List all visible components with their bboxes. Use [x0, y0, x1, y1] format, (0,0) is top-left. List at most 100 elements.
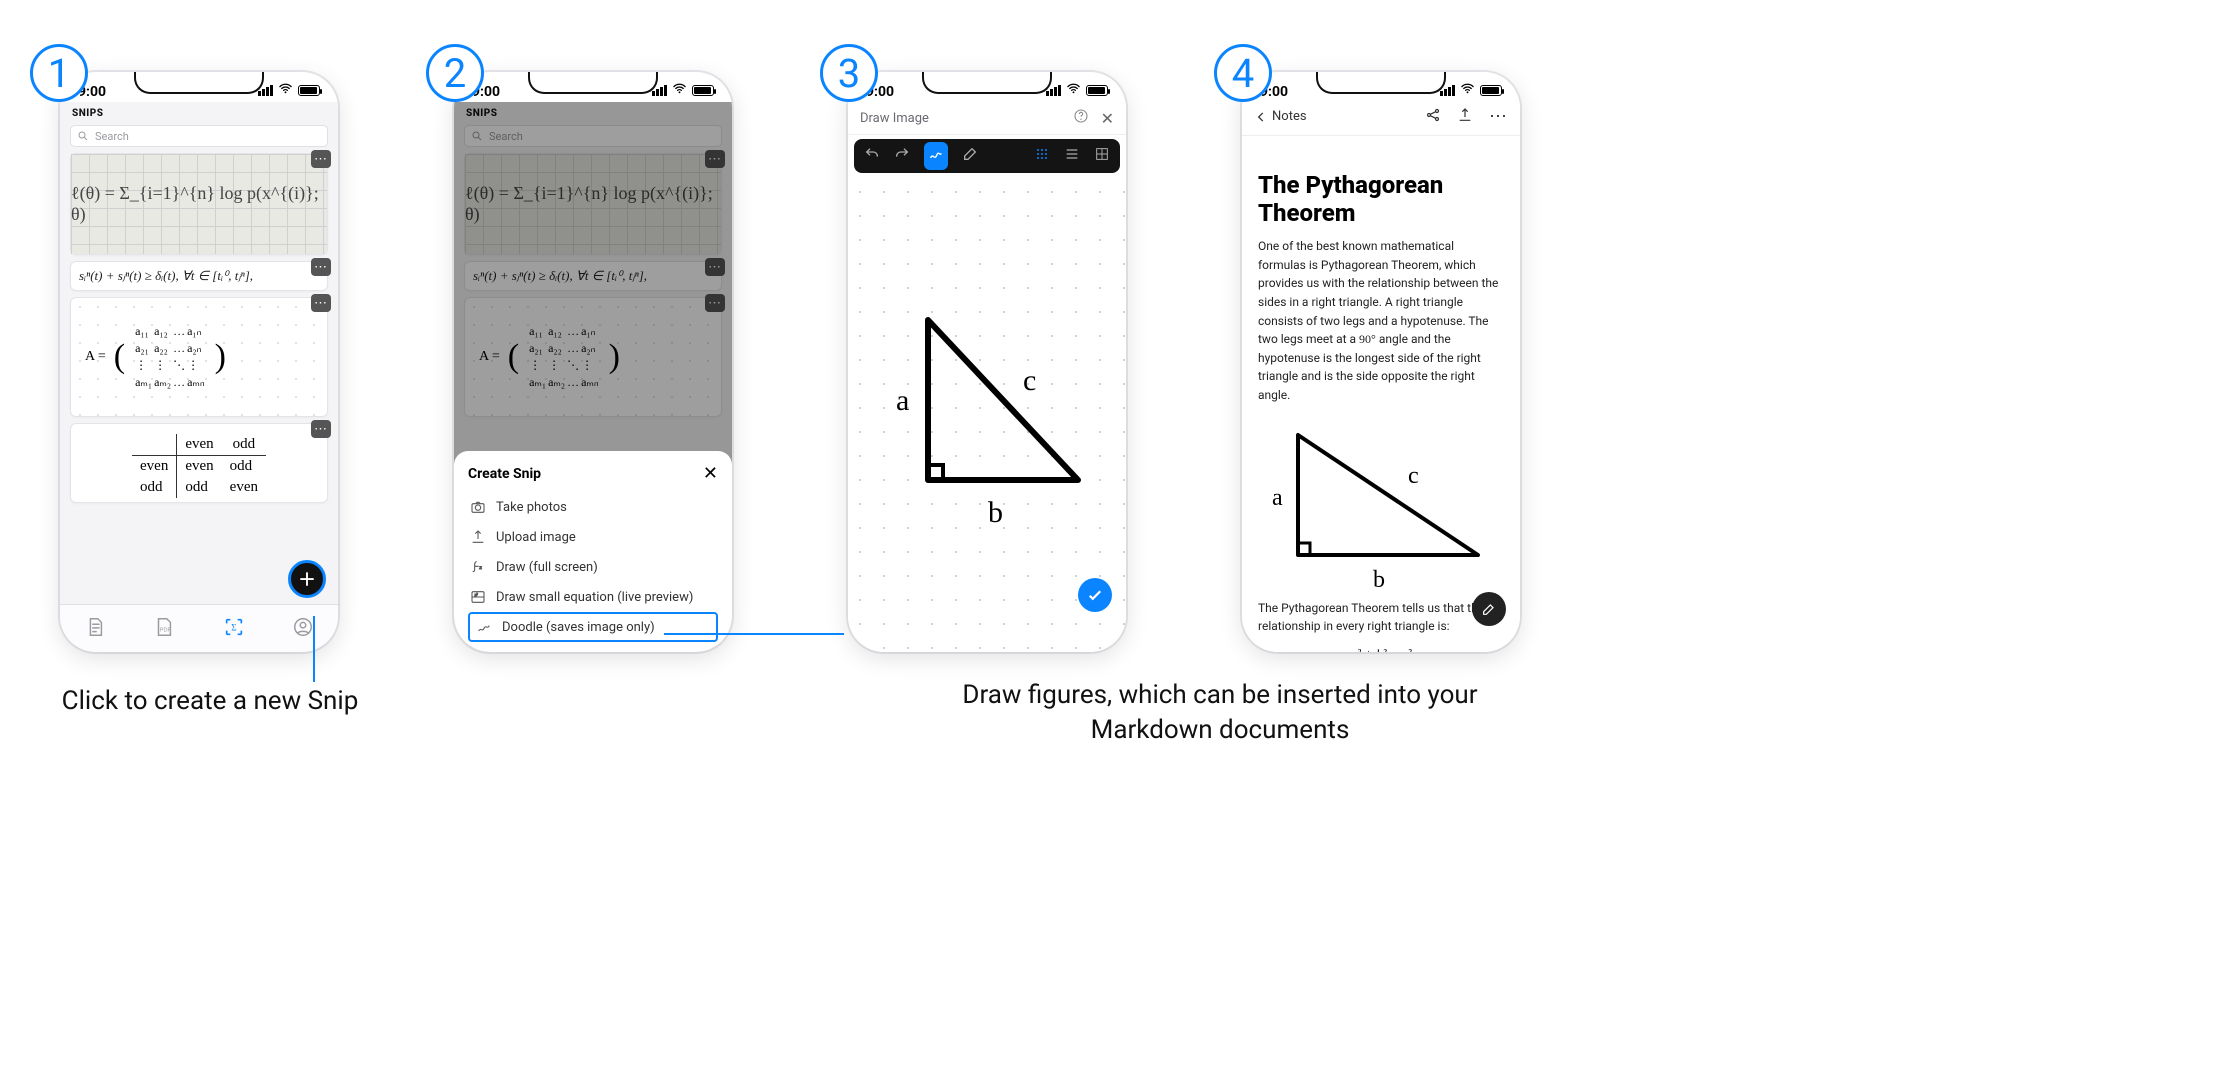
svg-text:x²: x² — [474, 592, 479, 597]
snip-menu-icon[interactable]: ⋯ — [311, 420, 331, 438]
option-take-photos[interactable]: Take photos — [468, 492, 718, 522]
option-upload-image[interactable]: Upload image — [468, 522, 718, 552]
wifi-icon — [1066, 81, 1081, 100]
eraser-icon — [962, 146, 978, 162]
doc-paragraph-2: The Pythagorean Theorem tells us that th… — [1258, 599, 1504, 636]
edit-doc-button[interactable] — [1472, 592, 1506, 626]
phone-3: 9:00 Draw Image ✕ — [848, 72, 1126, 652]
create-snip-fab[interactable] — [288, 560, 326, 598]
pen-icon — [928, 146, 944, 162]
pen-tool-button[interactable] — [924, 142, 948, 170]
sheet-title: Create Snip — [468, 466, 541, 482]
share-icon — [1425, 107, 1441, 123]
battery-icon — [692, 85, 714, 96]
check-icon — [1086, 586, 1104, 604]
doc-paragraph-1: One of the best known mathematical formu… — [1258, 237, 1504, 404]
option-draw-fullscreen[interactable]: x Draw (full screen) — [468, 552, 718, 582]
pdf-icon: PDF — [153, 616, 175, 638]
tab-snips[interactable]: Σ — [223, 616, 245, 642]
notch — [1316, 72, 1446, 94]
app-title: SNIPS — [60, 102, 338, 123]
search-icon — [77, 130, 89, 142]
phone-4: 9:00 Notes ⋯ The Pythagorean Theorem One… — [1242, 72, 1520, 652]
svg-text:a: a — [1272, 485, 1283, 511]
step-badge-4: 4 — [1214, 44, 1272, 102]
chevron-left-icon — [1254, 110, 1268, 124]
draw-title: Draw Image — [860, 111, 929, 126]
phone-2: 9:00 SNIPS Search ⋯ ℓ(θ) = Σ_{i=1}^{n} l… — [454, 72, 732, 652]
battery-icon — [1480, 85, 1502, 96]
svg-text:b: b — [988, 496, 1003, 529]
snip-menu-icon[interactable]: ⋯ — [311, 294, 331, 312]
wifi-icon — [672, 81, 687, 100]
upload-icon — [1457, 107, 1473, 123]
grid-icon — [1094, 146, 1110, 162]
connector-line-2-3 — [664, 633, 844, 635]
snip-menu-icon[interactable]: ⋯ — [311, 258, 331, 276]
snip-card-1[interactable]: ⋯ ℓ(θ) = Σ_{i=1}^{n} log p(x^{(i)}; θ) — [70, 153, 328, 255]
svg-text:x: x — [478, 565, 482, 571]
notch — [922, 72, 1052, 94]
grid-squares-button[interactable] — [1094, 146, 1110, 166]
function-icon: x — [470, 559, 486, 575]
doc-triangle-figure: a b c — [1258, 415, 1504, 595]
edit-icon — [1481, 601, 1497, 617]
svg-text:c: c — [1408, 463, 1419, 489]
undo-button[interactable] — [864, 146, 880, 166]
option-doodle[interactable]: Doodle (saves image only) — [468, 612, 718, 642]
upload-icon — [470, 529, 486, 545]
sheet-close-button[interactable]: ✕ — [703, 463, 718, 484]
option-draw-small-equation[interactable]: x² Draw small equation (live preview) — [468, 582, 718, 612]
step-badge-2: 2 — [426, 44, 484, 102]
grid-lines-button[interactable] — [1064, 146, 1080, 166]
help-icon — [1073, 108, 1089, 124]
svg-text:Σ: Σ — [231, 622, 236, 632]
svg-text:a: a — [896, 384, 909, 417]
create-snip-sheet: Create Snip ✕ Take photos Upload image x… — [454, 451, 732, 652]
more-button[interactable]: ⋯ — [1489, 106, 1508, 127]
svg-text:PDF: PDF — [160, 627, 172, 633]
profile-icon — [292, 616, 314, 638]
svg-text:c: c — [1023, 364, 1036, 397]
help-button[interactable] — [1073, 108, 1089, 128]
eraser-tool-button[interactable] — [962, 146, 978, 166]
back-button[interactable]: Notes — [1254, 109, 1307, 124]
confirm-drawing-button[interactable] — [1078, 578, 1112, 612]
snip-card-2[interactable]: ⋯ sᵢⁿ(t) + sⱼⁿ(t) ≥ δᵢ(t), ∀t ∈ [tᵢ⁰, tⱼ… — [70, 261, 328, 291]
caption-step-34: Draw figures, which can be inserted into… — [930, 678, 1510, 748]
snip-menu-icon[interactable]: ⋯ — [311, 150, 331, 168]
matrix-prefix: A = — [85, 349, 106, 365]
wifi-icon — [278, 81, 293, 100]
tab-docs[interactable] — [84, 616, 106, 642]
triangle-drawing: a b c — [848, 180, 1126, 640]
redo-button[interactable] — [894, 146, 910, 166]
doc-title: The Pythagorean Theorem — [1258, 172, 1504, 227]
export-button[interactable] — [1457, 107, 1473, 127]
sigma-capture-icon: Σ — [223, 616, 245, 638]
drawing-toolbar — [854, 139, 1120, 173]
tab-bar: PDF Σ — [60, 604, 338, 652]
share-button[interactable] — [1425, 107, 1441, 127]
drawing-canvas[interactable]: a b c — [848, 180, 1126, 652]
step-badge-3: 3 — [820, 44, 878, 102]
close-draw-button[interactable]: ✕ — [1101, 109, 1114, 128]
camera-icon — [470, 499, 486, 515]
doodle-icon — [476, 619, 492, 635]
redo-icon — [894, 146, 910, 162]
snip-card-3[interactable]: ⋯ A = ( a₁₁a₁₂…a₁ₙ a₂₁a₂₂…a₂ₙ ⋮⋮⋱⋮ aₘ₁aₘ… — [70, 297, 328, 417]
tab-pdf[interactable]: PDF — [153, 616, 175, 642]
leader-line-1 — [313, 616, 315, 682]
snip-card-4[interactable]: ⋯ evenodd evenevenodd oddoddeven — [70, 423, 328, 503]
caption-step-1: Click to create a new Snip — [0, 686, 470, 716]
tab-profile[interactable] — [292, 616, 314, 642]
svg-text:b: b — [1373, 567, 1385, 593]
notch — [528, 72, 658, 94]
equation-preview-icon: x² — [470, 589, 486, 605]
doc-equation: a² + b² = c² — [1258, 646, 1504, 652]
plus-icon — [298, 570, 316, 588]
search-input[interactable]: Search — [70, 125, 328, 147]
grid-dots-button[interactable] — [1034, 146, 1050, 166]
battery-icon — [1086, 85, 1108, 96]
grid-dots-icon — [1034, 146, 1050, 162]
notch — [134, 72, 264, 94]
